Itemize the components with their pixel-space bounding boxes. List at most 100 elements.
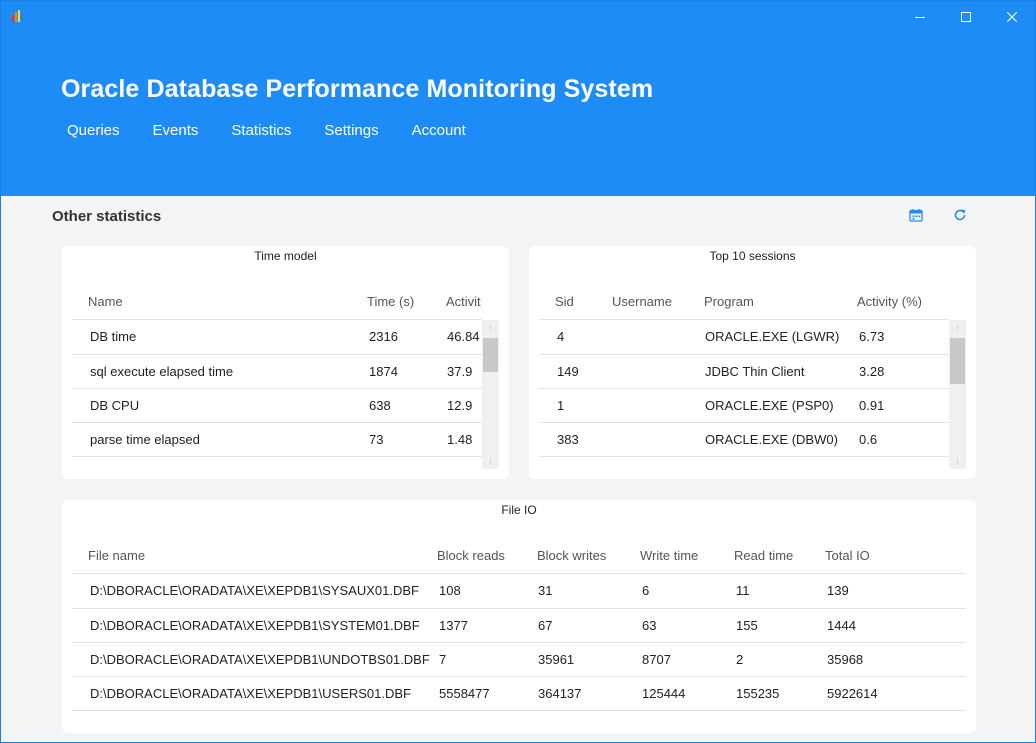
cell-write-time: 125444 — [642, 686, 686, 701]
table-row-partial[interactable] — [539, 456, 949, 479]
column-header-file-name[interactable]: File name — [88, 548, 145, 563]
calendar-icon[interactable] — [909, 208, 925, 224]
file-io-card: File IO File name Block reads Block writ… — [62, 500, 976, 733]
cell-total-io: 1444 — [827, 618, 856, 633]
table-row[interactable]: 4 ORACLE.EXE (LGWR) 6.73 — [539, 319, 949, 353]
close-button[interactable] — [989, 1, 1035, 32]
table-row[interactable]: D:\DBORACLE\ORADATA\XE\XEPDB1\USERS01.DB… — [72, 676, 966, 710]
file-io-table: D:\DBORACLE\ORADATA\XE\XEPDB1\SYSAUX01.D… — [72, 573, 966, 713]
cell-sid: 1 — [557, 398, 565, 413]
cell-activity: 0.91 — [859, 398, 885, 413]
cell-time: 73 — [369, 432, 384, 447]
top-sessions-table: 4 ORACLE.EXE (LGWR) 6.73 149 JDBC Thin C… — [539, 319, 949, 479]
scroll-up-icon[interactable]: ↑ — [482, 320, 499, 337]
scroll-down-icon[interactable]: ↓ — [949, 452, 966, 469]
top-sessions-title: Top 10 sessions — [709, 249, 796, 263]
table-row[interactable]: 1 ORACLE.EXE (PSP0) 0.91 — [539, 388, 949, 422]
table-row[interactable]: D:\DBORACLE\ORADATA\XE\XEPDB1\SYSAUX01.D… — [72, 573, 966, 607]
cell-file-name: D:\DBORACLE\ORADATA\XE\XEPDB1\SYSTEM01.D… — [90, 618, 420, 633]
cell-read-time: 155235 — [736, 686, 780, 701]
maximize-button[interactable] — [943, 1, 989, 32]
cell-read-time: 155 — [736, 618, 758, 633]
close-icon — [1007, 11, 1017, 22]
cell-file-name: D:\DBORACLE\ORADATA\XE\XEPDB1\SYSAUX01.D… — [90, 583, 419, 598]
cell-block-writes: 364137 — [538, 686, 582, 701]
main-nav: Queries Events Statistics Settings Accou… — [67, 122, 499, 139]
column-header-activity[interactable]: Activit — [446, 294, 481, 309]
section-title: Other statistics — [52, 208, 162, 225]
cell-total-io: 35968 — [827, 652, 864, 667]
cell-write-time: 8707 — [642, 652, 671, 667]
cell-total-io: 139 — [827, 583, 849, 598]
scroll-thumb[interactable] — [483, 338, 498, 372]
file-io-title: File IO — [501, 503, 537, 517]
app-window: Oracle Database Performance Monitoring S… — [0, 0, 1036, 743]
column-header-name[interactable]: Name — [88, 294, 123, 309]
column-header-block-reads[interactable]: Block reads — [437, 548, 505, 563]
cell-time: 1874 — [369, 364, 398, 379]
cell-block-reads: 1377 — [439, 618, 468, 633]
nav-item-events[interactable]: Events — [153, 122, 199, 139]
nav-item-settings[interactable]: Settings — [324, 122, 378, 139]
table-row[interactable]: DB time 2316 46.84 — [72, 319, 482, 353]
cell-time: 2316 — [369, 329, 398, 344]
column-header-block-writes[interactable]: Block writes — [537, 548, 606, 563]
time-model-scrollbar[interactable]: ↑ ↓ — [482, 320, 499, 469]
column-header-time[interactable]: Time (s) — [367, 294, 414, 309]
column-header-total-io[interactable]: Total IO — [825, 548, 870, 563]
table-bottom-divider — [72, 710, 966, 711]
cell-activity: 3.28 — [859, 364, 885, 379]
nav-item-queries[interactable]: Queries — [67, 122, 120, 139]
cell-block-writes: 67 — [538, 618, 553, 633]
nav-item-account[interactable]: Account — [412, 122, 466, 139]
table-row[interactable]: D:\DBORACLE\ORADATA\XE\XEPDB1\UNDOTBS01.… — [72, 642, 966, 676]
cell-program: ORACLE.EXE (LGWR) — [705, 329, 840, 344]
cell-activity: 12.9 — [447, 398, 473, 413]
table-row[interactable]: 149 JDBC Thin Client 3.28 — [539, 354, 949, 388]
cell-activity: 37.9 — [447, 364, 473, 379]
maximize-icon — [961, 11, 971, 22]
table-row[interactable]: sql execute elapsed time 1874 37.9 — [72, 354, 482, 388]
cell-activity: 6.73 — [859, 329, 885, 344]
cell-block-reads: 5558477 — [439, 686, 490, 701]
cell-block-reads: 7 — [439, 652, 447, 667]
table-row[interactable]: D:\DBORACLE\ORADATA\XE\XEPDB1\SYSTEM01.D… — [72, 608, 966, 642]
top-sessions-scrollbar[interactable]: ↑ ↓ — [949, 320, 966, 469]
column-header-activity[interactable]: Activity (%) — [857, 294, 922, 309]
cell-sid: 383 — [557, 432, 579, 447]
cell-program: ORACLE.EXE (DBW0) — [705, 432, 838, 447]
minimize-button[interactable] — [897, 1, 943, 32]
column-header-sid[interactable]: Sid — [555, 294, 574, 309]
cell-activity: 0.6 — [859, 432, 878, 447]
table-row-partial[interactable] — [72, 456, 482, 479]
top-sessions-card: Top 10 sessions Sid Username Program Act… — [529, 246, 976, 479]
cell-name: DB CPU — [90, 398, 140, 413]
column-header-program[interactable]: Program — [704, 294, 754, 309]
cell-time: 638 — [369, 398, 391, 413]
app-header: Oracle Database Performance Monitoring S… — [1, 32, 1035, 196]
cell-program: JDBC Thin Client — [705, 364, 805, 379]
cell-write-time: 6 — [642, 583, 650, 598]
cell-file-name: D:\DBORACLE\ORADATA\XE\XEPDB1\USERS01.DB… — [90, 686, 411, 701]
column-header-username[interactable]: Username — [612, 294, 672, 309]
table-row[interactable]: DB CPU 638 12.9 — [72, 388, 482, 422]
refresh-icon[interactable] — [953, 208, 969, 224]
cell-total-io: 5922614 — [827, 686, 878, 701]
table-row[interactable]: 383 ORACLE.EXE (DBW0) 0.6 — [539, 422, 949, 456]
scroll-thumb[interactable] — [950, 338, 965, 384]
scroll-down-icon[interactable]: ↓ — [482, 452, 499, 469]
cell-name: DB time — [90, 329, 137, 344]
table-row[interactable]: parse time elapsed 73 1.48 — [72, 422, 482, 456]
title-bar[interactable] — [1, 1, 1035, 32]
cell-activity: 46.84 — [447, 329, 480, 344]
scroll-up-icon[interactable]: ↑ — [949, 320, 966, 337]
cell-name: parse time elapsed — [90, 432, 200, 447]
cell-file-name: D:\DBORACLE\ORADATA\XE\XEPDB1\UNDOTBS01.… — [90, 652, 430, 667]
cell-read-time: 2 — [736, 652, 744, 667]
column-header-read-time[interactable]: Read time — [734, 548, 793, 563]
cell-write-time: 63 — [642, 618, 657, 633]
minimize-icon — [915, 16, 925, 18]
column-header-write-time[interactable]: Write time — [640, 548, 698, 563]
cell-sid: 149 — [557, 364, 579, 379]
nav-item-statistics[interactable]: Statistics — [231, 122, 291, 139]
